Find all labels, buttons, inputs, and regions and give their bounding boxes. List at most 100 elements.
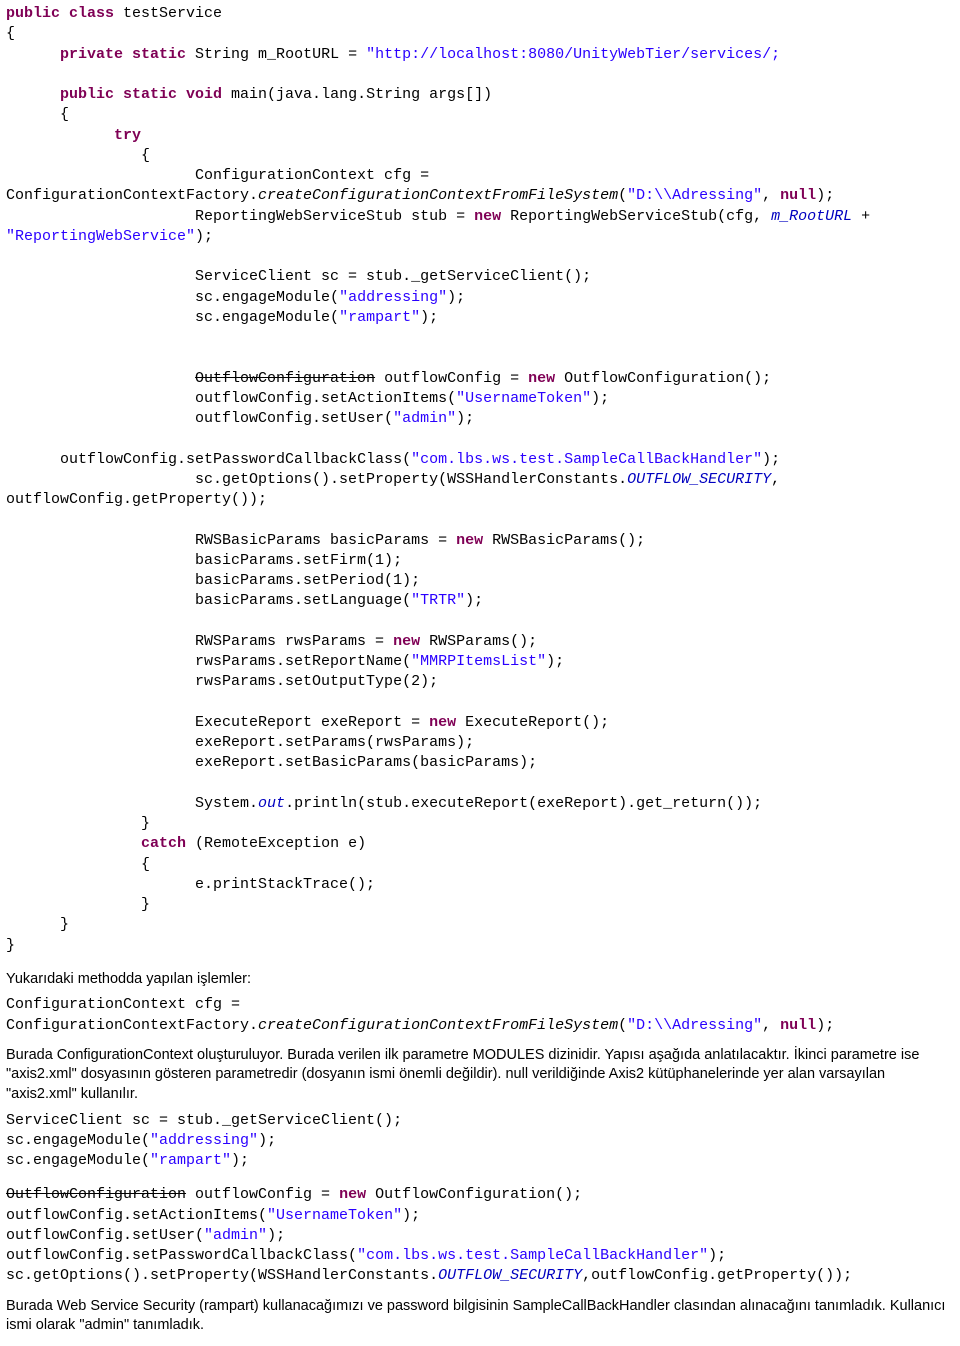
code-text: ); xyxy=(591,390,609,407)
code-text: outflowConfig.setPasswordCallbackClass( xyxy=(6,451,411,468)
code-string: "D:\\Adressing" xyxy=(627,187,762,204)
code-text: testService xyxy=(114,5,222,22)
code-keyword: null xyxy=(780,187,816,204)
code-string: "addressing" xyxy=(150,1132,258,1149)
code-text xyxy=(6,835,141,852)
code-text: ); xyxy=(231,1152,249,1169)
code-string: "http://localhost:8080/UnityWebTier/serv… xyxy=(366,46,780,63)
code-text: basicParams.setLanguage( xyxy=(6,592,411,609)
code-keyword: null xyxy=(780,1017,816,1034)
code-text: RWSParams rwsParams = xyxy=(6,633,393,650)
code-text: , xyxy=(762,1017,780,1034)
code-keyword: try xyxy=(6,127,141,144)
code-text: } xyxy=(6,896,150,913)
code-text: + xyxy=(852,208,879,225)
code-text: ); xyxy=(456,410,474,427)
code-text: ( xyxy=(618,1017,627,1034)
code-text: ); xyxy=(267,1227,285,1244)
paragraph-explain-2: Burada Web Service Security (rampart) ku… xyxy=(6,1297,954,1336)
code-text: , xyxy=(762,187,780,204)
code-text: main(java.lang.String args[]) xyxy=(222,86,492,103)
code-text: sc.engageModule( xyxy=(6,1152,150,1169)
code-static: m_RootURL xyxy=(771,208,852,225)
code-string: "admin" xyxy=(393,410,456,427)
code-text: { xyxy=(6,106,69,123)
code-text: exeReport.setParams(rwsParams); xyxy=(6,734,474,751)
code-text: .println(stub.executeReport(exeReport).g… xyxy=(285,795,762,812)
code-text: OutflowConfiguration(); xyxy=(555,370,771,387)
code-static: out xyxy=(258,795,285,812)
code-text: String m_RootURL = xyxy=(186,46,366,63)
code-text: sc.getOptions().setProperty(WSSHandlerCo… xyxy=(6,1267,438,1284)
code-text: ( xyxy=(618,187,627,204)
paragraph-explain-1: Burada ConfigurationContext oluşturuluyo… xyxy=(6,1046,954,1105)
code-text: { xyxy=(6,25,15,42)
code-keyword: public static void xyxy=(6,86,222,103)
code-text: (RemoteException e) xyxy=(186,835,366,852)
code-text: outflowConfig.setActionItems( xyxy=(6,390,456,407)
code-string: "UsernameToken" xyxy=(456,390,591,407)
code-strike: OutflowConfiguration xyxy=(6,1186,186,1203)
code-text: RWSBasicParams(); xyxy=(483,532,645,549)
code-text: ); xyxy=(546,653,564,670)
code-text: outflowConfig.setPasswordCallbackClass( xyxy=(6,1247,357,1264)
code-method: createConfigurationContextFromFileSystem xyxy=(258,187,618,204)
code-keyword: public class xyxy=(6,5,114,22)
code-text: ); xyxy=(195,228,213,245)
code-string: "TRTR" xyxy=(411,592,465,609)
code-text: outflowConfig = xyxy=(375,370,528,387)
code-snippet-2: ServiceClient sc = stub._getServiceClien… xyxy=(6,1111,954,1172)
code-text: outflowConfig.setUser( xyxy=(6,410,393,427)
code-string: "rampart" xyxy=(339,309,420,326)
code-text: ReportingWebServiceStub(cfg, xyxy=(501,208,771,225)
code-text: outflowConfig = xyxy=(186,1186,339,1203)
code-text: sc.engageModule( xyxy=(6,309,339,326)
code-string: "com.lbs.ws.test.SampleCallBackHandler" xyxy=(357,1247,708,1264)
code-text: sc.getOptions().setProperty(WSSHandlerCo… xyxy=(6,471,627,488)
code-text: outflowConfig.setUser( xyxy=(6,1227,204,1244)
code-text: { xyxy=(6,856,150,873)
code-method: createConfigurationContextFromFileSystem xyxy=(258,1017,618,1034)
code-strike: OutflowConfiguration xyxy=(195,370,375,387)
code-string: "UsernameToken" xyxy=(267,1207,402,1224)
code-text: basicParams.setFirm(1); xyxy=(6,552,402,569)
code-static: OUTFLOW_SECURITY xyxy=(627,471,771,488)
code-text: OutflowConfiguration(); xyxy=(366,1186,582,1203)
code-snippet-1: ConfigurationContext cfg = Configuration… xyxy=(6,995,954,1036)
code-text xyxy=(6,370,195,387)
code-text: ServiceClient sc = stub._getServiceClien… xyxy=(6,268,591,285)
code-text: ); xyxy=(816,1017,834,1034)
paragraph-intro: Yukarıdaki methodda yapılan işlemler: xyxy=(6,970,954,990)
code-static: OUTFLOW_SECURITY xyxy=(438,1267,582,1284)
code-text: exeReport.setBasicParams(basicParams); xyxy=(6,754,537,771)
code-string: "com.lbs.ws.test.SampleCallBackHandler" xyxy=(411,451,762,468)
code-keyword: new xyxy=(528,370,555,387)
code-snippet-3: OutflowConfiguration outflowConfig = new… xyxy=(6,1185,954,1286)
code-string: "rampart" xyxy=(150,1152,231,1169)
code-text: } xyxy=(6,937,15,954)
code-text: sc.engageModule( xyxy=(6,1132,150,1149)
code-text: RWSParams(); xyxy=(420,633,537,650)
code-string: "MMRPItemsList" xyxy=(411,653,546,670)
code-keyword: new xyxy=(474,208,501,225)
code-keyword: new xyxy=(393,633,420,650)
code-string: "admin" xyxy=(204,1227,267,1244)
code-text: rwsParams.setReportName( xyxy=(6,653,411,670)
code-string: "D:\\Adressing" xyxy=(627,1017,762,1034)
code-keyword: new xyxy=(339,1186,366,1203)
code-text: ServiceClient sc = stub._getServiceClien… xyxy=(6,1112,402,1129)
code-text: ); xyxy=(465,592,483,609)
code-keyword: catch xyxy=(141,835,186,852)
code-text: basicParams.setPeriod(1); xyxy=(6,572,420,589)
code-text: ); xyxy=(762,451,780,468)
code-string: "addressing" xyxy=(339,289,447,306)
code-text: ); xyxy=(816,187,834,204)
code-text: RWSBasicParams basicParams = xyxy=(6,532,456,549)
code-text: ExecuteReport(); xyxy=(456,714,609,731)
code-text: } xyxy=(6,815,150,832)
code-string: "ReportingWebService" xyxy=(6,228,195,245)
code-text: ExecuteReport exeReport = xyxy=(6,714,429,731)
code-text: outflowConfig.setActionItems( xyxy=(6,1207,267,1224)
code-text: System. xyxy=(6,795,258,812)
code-text: ConfigurationContext cfg = Configuration… xyxy=(6,996,258,1033)
